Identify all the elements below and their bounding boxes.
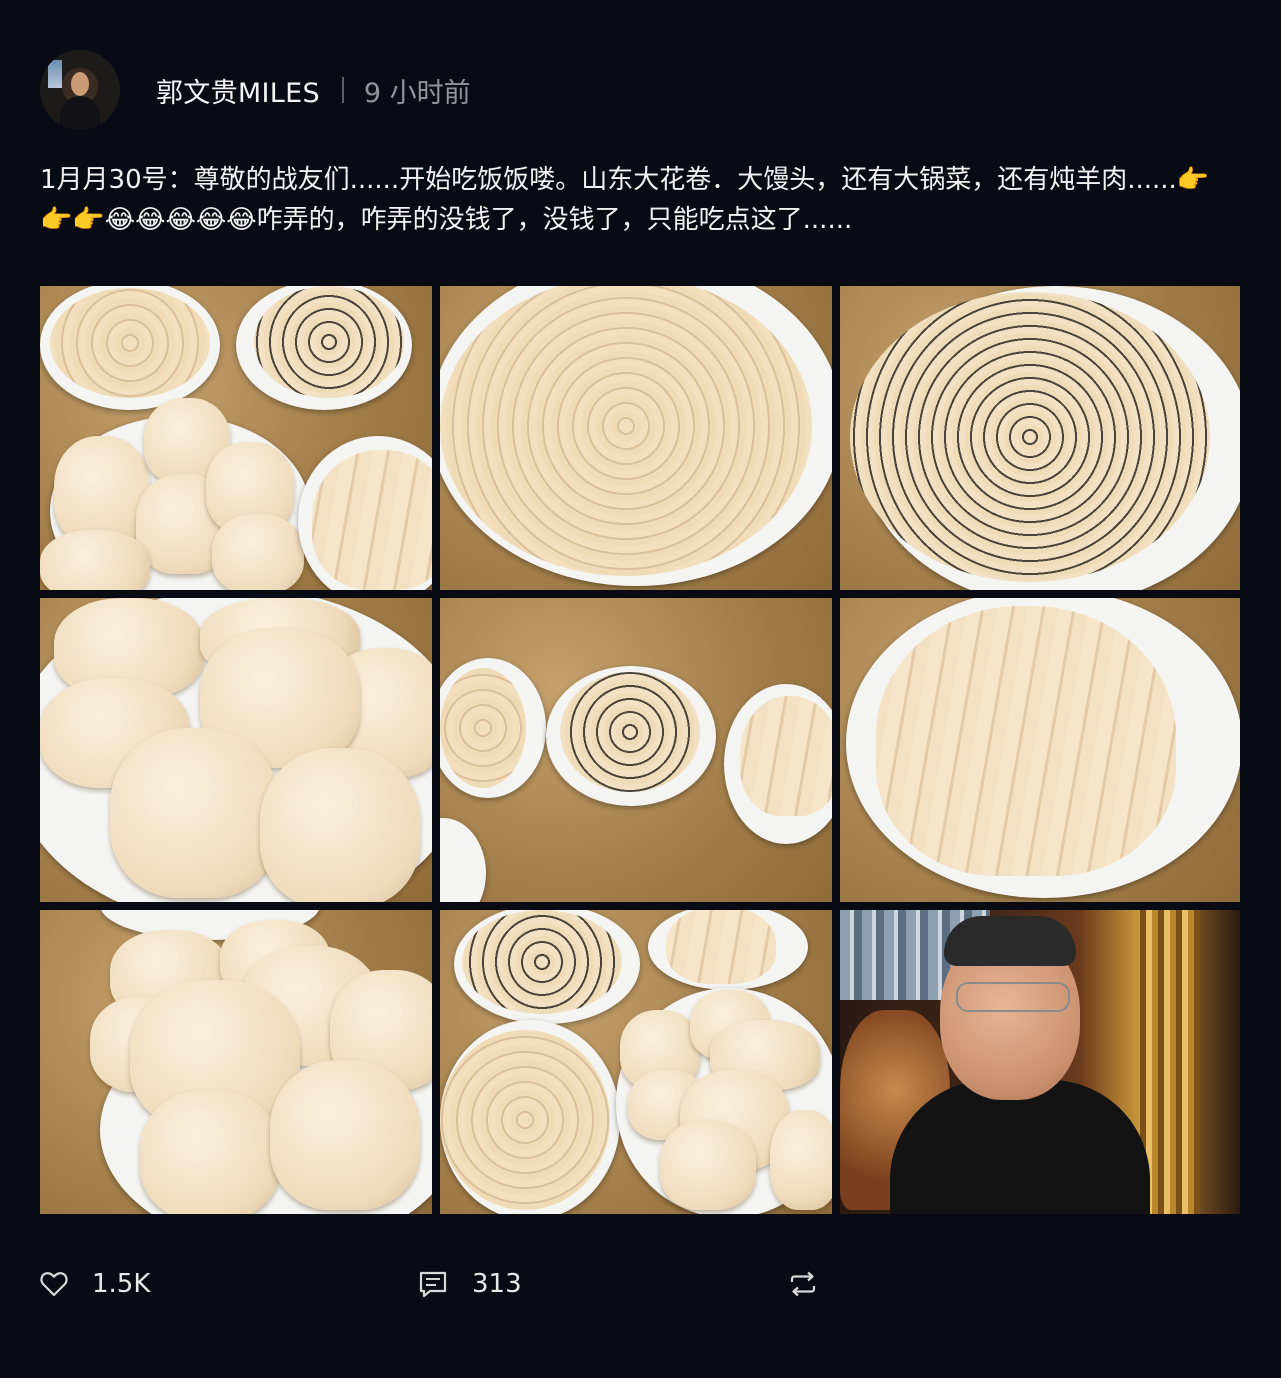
author-name[interactable]: 郭文贵MILES: [156, 71, 320, 110]
like-count: 1.5K: [92, 1269, 151, 1299]
post-card: 郭文贵MILES 9 小时前 1月月30号：尊敬的战友们......开始吃饭饭喽…: [0, 0, 1281, 1378]
grid-image-5[interactable]: [440, 598, 832, 902]
like-button[interactable]: 1.5K: [40, 1262, 150, 1306]
post-header: 郭文贵MILES 9 小时前: [40, 50, 471, 130]
divider: [341, 77, 344, 103]
repost-button[interactable]: [788, 1262, 818, 1306]
grid-image-1[interactable]: [40, 286, 432, 590]
post-time: 9 小时前: [363, 77, 471, 109]
heart-icon: [40, 1271, 68, 1297]
comment-count: 313: [472, 1269, 522, 1299]
comment-button[interactable]: 313: [418, 1262, 522, 1306]
comment-icon: [418, 1270, 448, 1298]
grid-image-4[interactable]: [40, 598, 432, 902]
grid-image-8[interactable]: [440, 910, 832, 1214]
grid-image-6[interactable]: [840, 598, 1240, 902]
image-grid: [40, 286, 1241, 1214]
grid-image-7[interactable]: [40, 910, 432, 1214]
avatar[interactable]: [40, 50, 120, 130]
grid-image-2[interactable]: [440, 286, 832, 590]
grid-image-3[interactable]: [840, 286, 1240, 590]
repost-icon: [788, 1271, 818, 1297]
post-text: 1月月30号：尊敬的战友们......开始吃饭饭喽。山东大花卷．大馒头，还有大锅…: [40, 165, 1210, 235]
action-bar: 1.5K 313: [40, 1262, 1240, 1306]
grid-image-9[interactable]: [840, 910, 1240, 1214]
